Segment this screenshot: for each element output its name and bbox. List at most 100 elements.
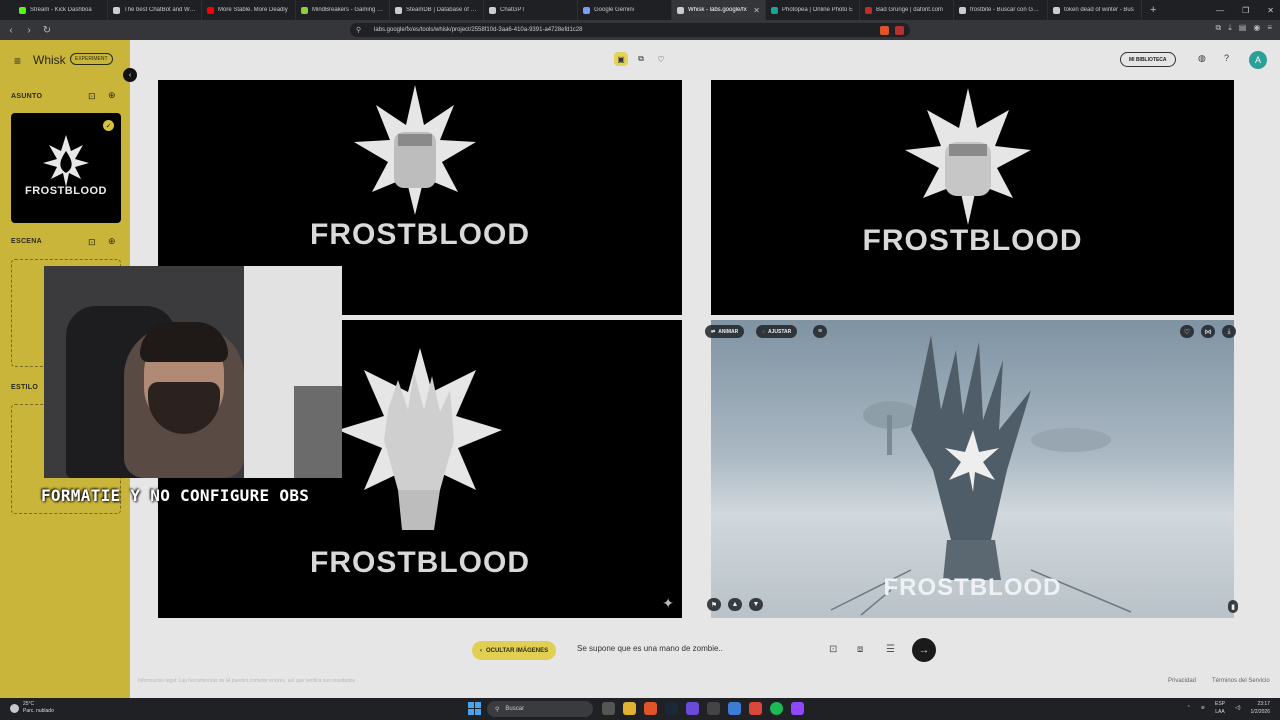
upload-subject-icon[interactable]: ⊡ — [88, 91, 96, 102]
language-indicator[interactable]: ESP LAA — [1215, 700, 1225, 716]
animate-icon: ⇄ — [711, 328, 716, 335]
tab-close-icon[interactable]: ✕ — [753, 6, 760, 15]
my-library-button[interactable]: MI BIBLIOTECA — [1120, 52, 1176, 67]
flag-icon[interactable]: ⚑ — [707, 598, 721, 611]
app-brand: Whisk — [33, 53, 66, 67]
lang-bottom: LAA — [1215, 709, 1225, 715]
app-icon[interactable] — [707, 702, 720, 715]
download-image-icon[interactable]: ⤓ — [1222, 325, 1236, 338]
tray-chevron-icon[interactable]: ⌃ — [1187, 705, 1191, 711]
send-button[interactable]: → — [912, 638, 936, 662]
favorites-icon[interactable]: ♡ — [654, 52, 668, 66]
site-info-icon[interactable]: ⚲ — [356, 26, 361, 34]
collapse-sidebar-button[interactable]: ‹ — [123, 68, 137, 82]
chevron-left-icon: ‹ — [480, 647, 482, 654]
avatar[interactable]: A — [1249, 51, 1267, 69]
notepad-icon[interactable] — [728, 702, 741, 715]
extension-icon[interactable]: ⧉ — [1216, 23, 1222, 33]
video-view-icon[interactable]: ⧉ — [634, 52, 648, 66]
maximize-icon[interactable]: ❐ — [1242, 6, 1249, 15]
browser-tab[interactable]: Bad Grunge | dafont.com — [860, 0, 954, 20]
tab-favicon-icon — [489, 6, 496, 14]
favorite-image-icon[interactable]: ♡ — [1180, 325, 1194, 338]
adjust-button[interactable]: ◌ AJUSTAR — [756, 325, 798, 338]
brave-shields-icon[interactable] — [880, 25, 889, 35]
browser-tab[interactable]: ChatGPT — [484, 0, 578, 20]
spotify-icon[interactable] — [770, 702, 783, 715]
browser-tab[interactable]: Stream - Kick Dashboa — [14, 0, 108, 20]
brave-rewards-icon[interactable] — [895, 25, 904, 35]
style-section-title: ESTILO — [11, 384, 39, 391]
brave-browser-icon[interactable] — [644, 702, 657, 715]
taskbar-search[interactable]: ⚲ Buscar — [487, 701, 593, 717]
new-tab-icon[interactable]: + — [1142, 4, 1164, 16]
minimize-icon[interactable]: — — [1216, 6, 1224, 15]
images-view-icon[interactable]: ▣ — [614, 52, 628, 66]
prompt-info-icon[interactable]: ≡ — [813, 325, 827, 338]
windows-taskbar: 25°C Parc. nublado ⚲ Buscar ⌃ ≋ ESP LAA … — [0, 698, 1280, 720]
add-image-icon[interactable]: ⊡ — [829, 644, 837, 655]
settings-sliders-icon[interactable]: ☰ — [886, 644, 895, 655]
animate-button[interactable]: ⇄ ANIMAR — [705, 325, 745, 338]
browser-tab[interactable]: Google Gemini — [578, 0, 672, 20]
reload-icon[interactable]: ↻ — [40, 25, 54, 36]
delete-image-icon[interactable]: ▮ — [1228, 600, 1238, 613]
url-field[interactable]: ⚲ labs.google/fx/es/tools/whisk/project/… — [350, 23, 910, 37]
tab-favicon-icon — [865, 6, 872, 14]
task-view-icon[interactable] — [602, 702, 615, 715]
volume-icon[interactable]: ◁) — [1235, 705, 1241, 711]
tab-favicon-icon — [959, 6, 966, 14]
download-icon[interactable]: ⤓ — [1228, 23, 1232, 33]
generated-image-4[interactable]: FROSTBLOOD — [711, 320, 1234, 618]
sidebar-toggle-icon[interactable]: ▤ — [1239, 23, 1247, 33]
clock[interactable]: 23:17 1/2/2026 — [1251, 700, 1270, 716]
prompt-input[interactable]: Se supone que es una mano de zombie.. — [577, 644, 723, 653]
weather-widget[interactable]: 25°C Parc. nublado — [10, 701, 54, 715]
twitch-icon[interactable] — [791, 702, 804, 715]
tab-label: Bad Grunge | dafont.com — [876, 7, 943, 13]
tab-favicon-icon — [1053, 6, 1060, 14]
hamburger-menu-icon[interactable]: ≡ — [14, 54, 21, 68]
thumbs-down-icon[interactable]: ▼ — [749, 598, 763, 611]
tab-label: token dead of winter - Bus — [1064, 7, 1134, 13]
back-icon[interactable]: ‹ — [4, 25, 18, 36]
thumbs-up-icon[interactable]: ▲ — [728, 598, 742, 611]
upload-scene-icon[interactable]: ⊡ — [88, 237, 96, 248]
browser-tab[interactable]: token dead of winter - Bus — [1048, 0, 1142, 20]
browser-tab[interactable]: Photopea | Online Photo E — [766, 0, 860, 20]
file-explorer-icon[interactable] — [623, 702, 636, 715]
profile-icon[interactable]: ◉ — [1253, 23, 1260, 33]
aspect-ratio-icon[interactable]: ⧈ — [857, 644, 863, 655]
hide-images-button[interactable]: ‹ OCULTAR IMÁGENES — [472, 641, 557, 660]
share-icon[interactable]: ⋈ — [1201, 325, 1215, 338]
subject-card[interactable]: ✓ FROSTBLOOD — [11, 113, 121, 223]
browser-tab[interactable]: The best ChatBot and Widg — [108, 0, 202, 20]
tab-favicon-icon — [583, 6, 590, 14]
weather-desc: Parc. nublado — [23, 708, 54, 714]
extensions-area: ⧉ ⤓ ▤ ◉ ≡ — [1216, 23, 1272, 33]
network-icon[interactable]: ≋ — [1201, 705, 1205, 711]
generated-image-2[interactable]: FROSTBLOOD — [711, 80, 1234, 315]
close-window-icon[interactable]: ✕ — [1267, 6, 1274, 15]
add-subject-icon[interactable]: ⊕ — [108, 90, 116, 101]
browser-tab-bar: Stream - Kick Dashboa The best ChatBot an… — [0, 0, 1280, 20]
browser-tab[interactable]: frostbite - Buscar con Goog — [954, 0, 1048, 20]
subject-emblem — [43, 135, 89, 187]
discord-icon[interactable]: ◍ — [1198, 53, 1206, 64]
privacy-link[interactable]: Privacidad — [1168, 678, 1196, 684]
browser-tab[interactable]: MindBreakers - Gaming Co — [296, 0, 390, 20]
menu-icon[interactable]: ≡ — [1267, 23, 1272, 33]
adjust-label: AJUSTAR — [767, 328, 792, 335]
browser-tab[interactable]: Whisk - labs.google/fx ✕ — [672, 0, 766, 20]
chrome-icon[interactable] — [749, 702, 762, 715]
browser-tab[interactable]: SteamDB | Database of eve — [390, 0, 484, 20]
help-icon[interactable]: ? — [1224, 53, 1229, 63]
browser-tab[interactable]: More Stable. More Deadly — [202, 0, 296, 20]
forward-icon[interactable]: › — [22, 25, 36, 36]
terms-link[interactable]: Términos del Servicio — [1212, 678, 1270, 684]
add-scene-icon[interactable]: ⊕ — [108, 236, 116, 247]
start-button[interactable] — [468, 702, 481, 715]
obs-icon[interactable] — [686, 702, 699, 715]
steam-icon[interactable] — [665, 702, 678, 715]
experiment-badge: EXPERIMENT — [70, 53, 113, 65]
